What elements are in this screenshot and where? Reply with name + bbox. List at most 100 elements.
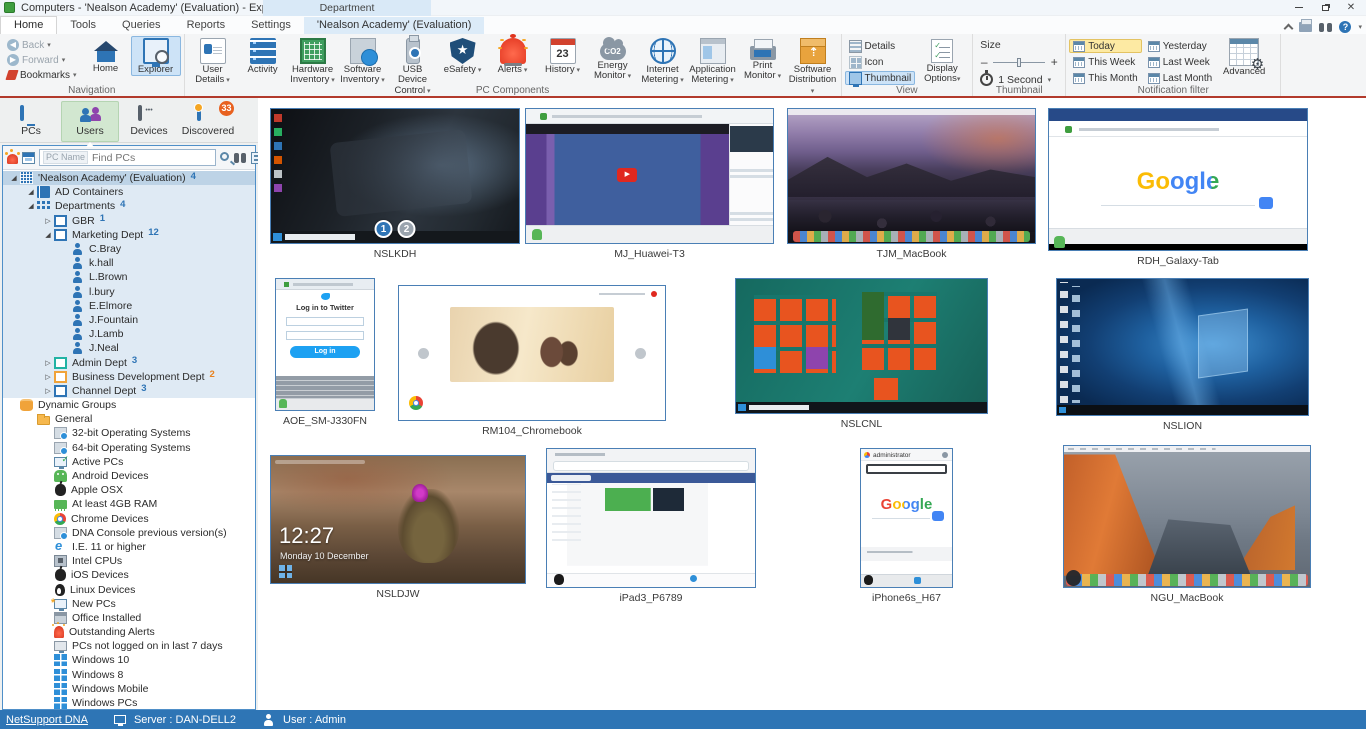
size-minus-button[interactable]: – — [980, 55, 988, 69]
help-icon[interactable]: ? — [1339, 21, 1351, 33]
tree-item-apple-osx[interactable]: Apple OSX — [3, 483, 255, 497]
tree-item-new-pcs[interactable]: New PCs — [3, 597, 255, 611]
tree-item-j-lamb[interactable]: J.Lamb — [3, 327, 255, 341]
tree-item-general[interactable]: General — [3, 412, 255, 426]
bookmarks-button[interactable]: Bookmarks▾ — [3, 68, 81, 82]
pc-view-icon[interactable] — [22, 152, 35, 164]
tree-item-outstanding-alerts[interactable]: Outstanding Alerts — [3, 625, 255, 639]
search-icon[interactable] — [220, 152, 229, 161]
tree-item-64-bit-operating-systems[interactable]: 64-bit Operating Systems — [3, 441, 255, 455]
pc-thumbnail-mj-huawei-t3[interactable]: MJ_Huawei-T3 — [525, 108, 774, 260]
filter-this-month-button[interactable]: This Month — [1069, 71, 1141, 85]
ribbon-tab-settings[interactable]: Settings — [238, 17, 304, 34]
ribbon-tab-tools[interactable]: Tools — [57, 17, 109, 34]
tree-item-android-devices[interactable]: Android Devices — [3, 469, 255, 483]
tree-item-gbr[interactable]: ▷GBR1 — [3, 214, 255, 228]
collapsed-arrow-icon[interactable]: ▷ — [43, 387, 53, 395]
tree-item-l-brown[interactable]: L.Brown — [3, 270, 255, 284]
expanded-arrow-icon[interactable]: ◢ — [43, 231, 53, 239]
pc-thumbnail-tjm-macbook[interactable]: TJM_MacBook — [787, 108, 1036, 260]
tree-item-chrome-devices[interactable]: Chrome Devices — [3, 512, 255, 526]
tree-item-windows-mobile[interactable]: Windows Mobile — [3, 682, 255, 696]
tree-item-nealson-academy-evaluation[interactable]: ◢'Nealson Academy' (Evaluation)4 — [3, 171, 255, 185]
pc-thumbnail-rdh-galaxy-tab[interactable]: GoogleRDH_Galaxy-Tab — [1048, 108, 1308, 267]
display-options-button[interactable]: Display Options▾ — [915, 36, 969, 86]
tree-item-intel-cpus[interactable]: Intel CPUs — [3, 554, 255, 568]
pc-thumbnail-rm104-chromebook[interactable]: RM104_Chromebook — [398, 285, 666, 437]
ribbon-tab-reports[interactable]: Reports — [174, 17, 239, 34]
advanced-button[interactable]: Advanced — [1216, 36, 1272, 78]
tree-item-i-e-11-or-higher[interactable]: I.E. 11 or higher — [3, 540, 255, 554]
filter-yesterday-button[interactable]: Yesterday — [1144, 39, 1216, 53]
expanded-arrow-icon[interactable]: ◢ — [26, 188, 36, 196]
find-icon[interactable] — [1319, 23, 1332, 32]
collapsed-arrow-icon[interactable]: ▷ — [43, 217, 53, 225]
tree-item-at-least-4gb-ram[interactable]: At least 4GB RAM — [3, 497, 255, 511]
tree-item-departments[interactable]: ◢Departments4 — [3, 199, 255, 213]
tree-item-j-neal[interactable]: J.Neal — [3, 341, 255, 355]
tree-item-32-bit-operating-systems[interactable]: 32-bit Operating Systems — [3, 426, 255, 440]
tree-item-business-development-dept[interactable]: ▷Business Development Dept2 — [3, 370, 255, 384]
tree-item-channel-dept[interactable]: ▷Channel Dept3 — [3, 384, 255, 398]
tree-item-k-hall[interactable]: k.hall — [3, 256, 255, 270]
tree-item-l-bury[interactable]: l.bury — [3, 285, 255, 299]
size-slider-thumb[interactable] — [1017, 58, 1021, 67]
filter-this-week-button[interactable]: This Week — [1069, 55, 1141, 69]
home-button[interactable]: Home — [81, 36, 131, 75]
ribbon-tab-nealson-academy-evaluation[interactable]: 'Nealson Academy' (Evaluation) — [304, 17, 485, 34]
pc-thumbnail-aoe-sm-j330fn[interactable]: Log in to TwitterLog inAOE_SM-J330FN — [275, 278, 375, 427]
help-dropdown-icon[interactable]: ▾ — [1358, 23, 1362, 31]
expanded-arrow-icon[interactable]: ◢ — [9, 174, 19, 182]
restore-button[interactable] — [1312, 0, 1338, 15]
sidebar-tab-pcs[interactable]: PCs — [2, 101, 60, 142]
filter-today-button[interactable]: Today — [1069, 39, 1141, 53]
tree-item-admin-dept[interactable]: ▷Admin Dept3 — [3, 355, 255, 369]
sidebar-tab-users[interactable]: Users — [61, 101, 119, 142]
minimize-button[interactable] — [1286, 0, 1312, 15]
tree-item-windows-8[interactable]: Windows 8 — [3, 668, 255, 682]
pc-thumbnail-ngu-macbook[interactable]: NGU_MacBook — [1063, 445, 1311, 604]
collapsed-arrow-icon[interactable]: ▷ — [43, 359, 53, 367]
filter-last-week-button[interactable]: Last Week — [1144, 55, 1216, 69]
pc-thumbnail-ipad3-p6789[interactable]: iPad3_P6789 — [546, 448, 756, 604]
tree-item-linux-devices[interactable]: Linux Devices — [3, 582, 255, 596]
tree-item-ad-containers[interactable]: ◢AD Containers — [3, 185, 255, 199]
tree-item-dynamic-groups[interactable]: Dynamic Groups — [3, 398, 255, 412]
size-slider[interactable] — [993, 62, 1045, 63]
tree-item-pcs-not-logged-on-in-last-7-days[interactable]: PCs not logged on in last 7 days — [3, 639, 255, 653]
details-view-button[interactable]: Details — [845, 39, 916, 53]
back-button[interactable]: ◀ Back▾ — [3, 38, 81, 52]
tree-item-marketing-dept[interactable]: ◢Marketing Dept12 — [3, 228, 255, 242]
search-category[interactable]: PC Name — [43, 151, 88, 164]
expanded-arrow-icon[interactable]: ◢ — [26, 202, 36, 210]
filter-last-month-button[interactable]: Last Month — [1144, 71, 1216, 85]
close-button[interactable]: ✕ — [1338, 0, 1364, 15]
tree-item-j-fountain[interactable]: J.Fountain — [3, 313, 255, 327]
tree-item-windows-pcs[interactable]: Windows PCs — [3, 696, 255, 709]
pc-thumbnail-nslcnl[interactable]: NSLCNL — [735, 278, 988, 430]
tree-item-dna-console-previous-version-s[interactable]: DNA Console previous version(s) — [3, 526, 255, 540]
forward-button[interactable]: ▶ Forward▾ — [3, 53, 81, 67]
pc-thumbnail-nslkdh[interactable]: 12NSLKDH — [270, 108, 520, 260]
tree-item-e-elmore[interactable]: E.Elmore — [3, 299, 255, 313]
tree-item-office-installed[interactable]: Office Installed — [3, 611, 255, 625]
alerts-filter-icon[interactable] — [7, 154, 18, 164]
thumbnail-view-button[interactable]: Thumbnail — [845, 71, 916, 85]
sidebar-tab-discovered[interactable]: Discovered33 — [179, 101, 237, 142]
netsupport-dna-link[interactable]: NetSupport DNA — [6, 714, 88, 726]
pc-thumbnail-nslion[interactable]: NSLION — [1056, 278, 1309, 432]
ribbon-tab-home[interactable]: Home — [0, 16, 57, 34]
size-plus-button[interactable]: + — [1050, 55, 1058, 69]
search-box[interactable]: PC Name — [39, 149, 216, 166]
print-icon[interactable] — [1299, 22, 1312, 32]
explorer-button[interactable]: Explorer — [131, 36, 181, 76]
pc-thumbnail-iphone6s-h67[interactable]: administratorGoogleiPhone6s_H67 — [860, 448, 953, 604]
collapse-ribbon-icon[interactable] — [1284, 24, 1294, 34]
icon-view-button[interactable]: Icon — [845, 55, 916, 69]
pc-thumbnail-nsldjw[interactable]: 12:27Monday 10 DecemberNSLDJW — [270, 455, 526, 600]
tree-item-windows-10[interactable]: Windows 10 — [3, 653, 255, 667]
tree-item-active-pcs[interactable]: Active PCs — [3, 455, 255, 469]
ribbon-tab-queries[interactable]: Queries — [109, 17, 174, 34]
tree-item-c-bray[interactable]: C.Bray — [3, 242, 255, 256]
advanced-find-icon[interactable] — [233, 151, 247, 165]
